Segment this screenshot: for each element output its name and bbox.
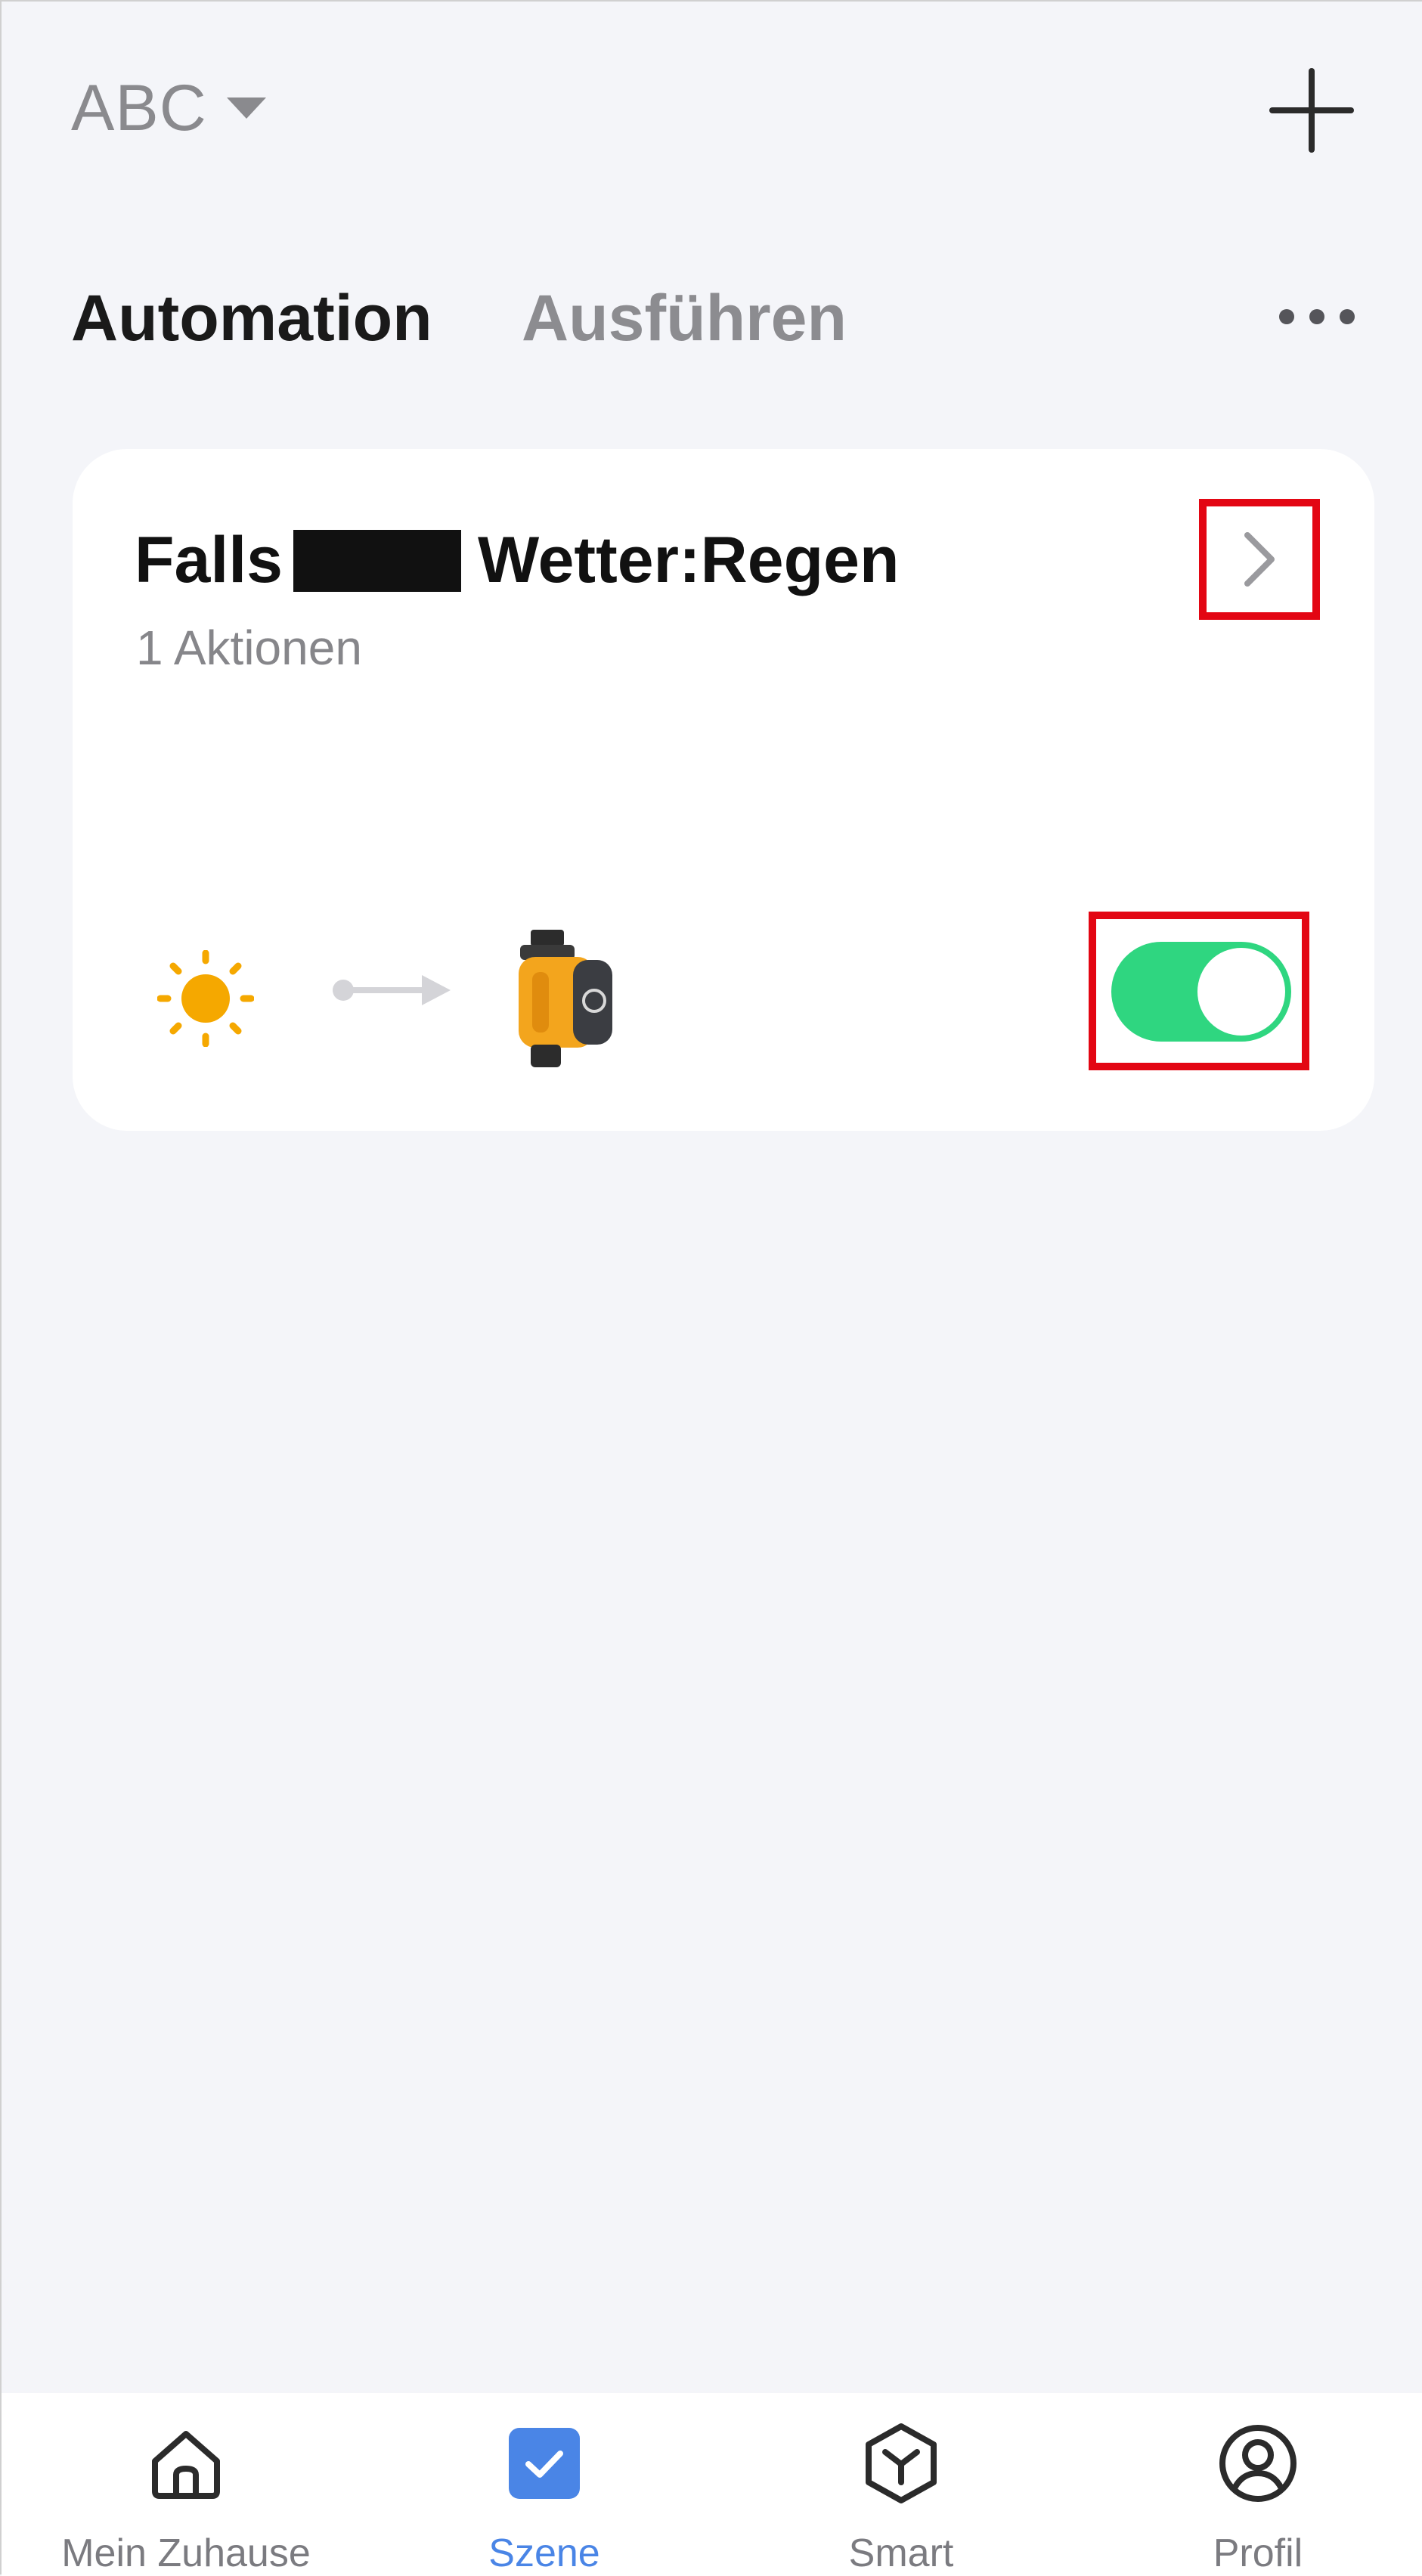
toggle-knob — [1197, 948, 1285, 1036]
more-options-icon[interactable] — [1272, 290, 1362, 343]
nav-profil[interactable]: Profil — [1122, 2422, 1394, 2576]
scene-check-icon — [509, 2428, 580, 2499]
nav-smart[interactable]: Smart — [765, 2422, 1037, 2576]
water-valve-device-icon — [519, 930, 612, 1067]
bottom-navigation: Mein Zuhause Szene Smart Profil — [2, 2393, 1422, 2576]
nav-mein-zuhause[interactable]: Mein Zuhause — [50, 2422, 322, 2576]
automation-card[interactable]: Falls Wetter:Regen 1 Aktionen — [73, 449, 1374, 1131]
smart-cube-icon — [866, 2423, 937, 2503]
nav-label: Mein Zuhause — [61, 2531, 311, 2575]
nav-label: Szene — [488, 2531, 600, 2575]
arrow-right-icon — [333, 975, 451, 1005]
title-prefix: Falls — [135, 524, 283, 596]
nav-label: Profil — [1213, 2531, 1303, 2575]
home-name: ABC — [71, 72, 207, 144]
tab-ausfuehren[interactable]: Ausführen — [522, 281, 847, 356]
sun-icon — [157, 950, 254, 1047]
home-icon — [152, 2431, 220, 2499]
chevron-right-icon[interactable] — [1207, 506, 1312, 612]
toggle-highlight-box — [1089, 912, 1309, 1070]
profile-icon — [1219, 2425, 1297, 2502]
redacted-block — [293, 529, 461, 592]
actions-count: 1 Aktionen — [136, 621, 362, 675]
automation-title: Falls Wetter:Regen — [135, 523, 899, 598]
title-suffix: Wetter:Regen — [477, 524, 900, 596]
home-selector[interactable]: ABC — [71, 71, 266, 146]
details-highlight-box[interactable] — [1199, 499, 1320, 620]
tab-automation[interactable]: Automation — [71, 281, 432, 356]
add-icon[interactable] — [1268, 67, 1355, 154]
nav-label: Smart — [848, 2531, 954, 2575]
caret-down-icon — [226, 97, 266, 119]
automation-enable-toggle[interactable] — [1111, 942, 1291, 1042]
nav-szene[interactable]: Szene — [408, 2422, 680, 2576]
